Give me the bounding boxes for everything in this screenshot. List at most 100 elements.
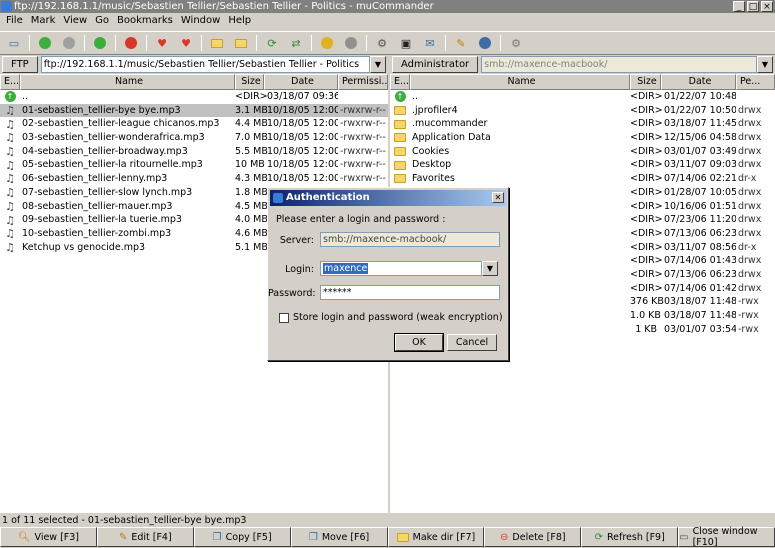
dialog-title-bar[interactable]: Authentication ✕ <box>270 190 506 206</box>
preferences-icon[interactable]: ⚙ <box>506 34 526 52</box>
file-permissions: drwx <box>738 255 762 267</box>
column-name[interactable]: Name <box>20 74 235 90</box>
file-size: <DIR> <box>630 282 663 294</box>
chevron-down-icon[interactable]: ▼ <box>370 56 386 73</box>
store-credentials-checkbox[interactable] <box>279 312 289 323</box>
close-window-fkey-button[interactable]: ▭ Close window [F10] <box>678 526 775 548</box>
refresh-icon[interactable]: ⟳ <box>262 34 282 52</box>
column-date[interactable]: Date <box>661 74 736 90</box>
toolbar-separator <box>500 35 501 51</box>
disconnect-icon[interactable] <box>341 34 361 52</box>
swap-panels-icon[interactable]: ⇄ <box>286 34 306 52</box>
file-permissions: -rwx <box>738 296 759 308</box>
cancel-button[interactable]: Cancel <box>447 334 497 351</box>
table-row[interactable]: ♫ 03-sebastien_tellier-wonderafrica.mp3 7.… <box>0 131 388 145</box>
table-row[interactable]: ♫ 04-sebastien_tellier-broadway.mp3 5.5 MB… <box>0 145 388 159</box>
column-size[interactable]: Size <box>235 74 264 90</box>
make-dir-button[interactable]: Make dir [F7] <box>387 527 485 547</box>
menu-go[interactable]: Go <box>91 13 113 29</box>
column-extension[interactable]: E... <box>0 74 20 90</box>
table-row[interactable]: ♫ 02-sebastien_tellier-league chicanos.mp… <box>0 117 388 131</box>
file-name: 06-sebastien_tellier-lenny.mp3 <box>22 173 168 185</box>
run-command-icon[interactable]: ⚙ <box>372 34 392 52</box>
menu-view[interactable]: View <box>59 13 91 29</box>
store-credentials-option[interactable]: Store login and password (weak encryptio… <box>279 312 503 323</box>
file-size: 4.4 MB <box>235 118 268 130</box>
chevron-down-icon[interactable]: ▼ <box>757 56 773 73</box>
file-permissions: drwx <box>738 227 762 239</box>
forward-icon[interactable] <box>59 34 79 52</box>
minimize-button[interactable]: _ <box>733 1 745 12</box>
table-row[interactable]: .mucommander <DIR>03/18/07 11:45 PMdrwx <box>390 117 775 131</box>
toolbar-separator <box>366 35 367 51</box>
table-row[interactable]: ♫ 01-sebastien_tellier-bye bye.mp3 3.1 MB 1… <box>0 103 388 118</box>
menu-mark[interactable]: Mark <box>27 13 60 29</box>
file-permissions: -rwx <box>738 310 759 321</box>
table-row[interactable]: Favorites <DIR>07/14/06 02:21 AMdr-x <box>390 172 775 186</box>
table-row[interactable]: .jprofiler4 <DIR>01/22/07 10:50 PMdrwx <box>390 104 775 118</box>
table-row[interactable]: Desktop <DIR>03/11/07 09:03 PMdrwx <box>390 158 775 172</box>
folder-icon <box>394 147 406 157</box>
ok-button[interactable]: OK <box>394 333 444 352</box>
edit-icon[interactable]: ✎ <box>451 34 471 52</box>
delete-button[interactable]: ⊖ Delete [F8] <box>484 527 582 547</box>
refresh-button[interactable]: ⟳ Refresh [F9] <box>581 527 679 547</box>
table-row[interactable]: ♫ 06-sebastien_tellier-lenny.mp3 4.3 MB 10/… <box>0 172 388 186</box>
file-permissions: dr-x <box>738 241 757 253</box>
stop-icon[interactable] <box>121 34 141 52</box>
file-date: 07/14/06 01:43 AM <box>664 255 736 267</box>
file-permissions: drwx <box>738 268 762 280</box>
authentication-dialog: Authentication ✕ Please enter a login an… <box>267 187 509 361</box>
left-drive-button[interactable]: FTP <box>2 56 38 73</box>
login-field[interactable]: maxence <box>320 261 482 276</box>
column-date[interactable]: Date <box>264 74 338 90</box>
column-name[interactable]: Name <box>410 74 630 90</box>
toolbar-separator <box>84 35 85 51</box>
shell-icon[interactable]: ▣ <box>396 34 416 52</box>
column-extension[interactable]: E... <box>390 74 410 90</box>
parent-folder-icon[interactable] <box>90 34 110 52</box>
right-path-field[interactable]: smb://maxence-macbook/ <box>481 56 757 73</box>
right-drive-button[interactable]: Administrator <box>392 56 479 73</box>
window-title-bar[interactable]: ftp://192.168.1.1/music/Sebastien Tellie… <box>0 0 775 13</box>
file-date: 07/14/06 02:21 AM <box>664 173 736 185</box>
add-bookmark-icon[interactable]: ♥ <box>152 34 172 52</box>
email-icon[interactable]: ✉ <box>420 34 440 52</box>
table-row[interactable]: Cookies <DIR>03/01/07 03:49 PMdrwx <box>390 145 775 159</box>
file-permissions: -rwxrw-r-- <box>340 159 386 171</box>
table-row[interactable]: ♫ 05-sebastien_tellier-la ritournelle.mp3… <box>0 158 388 172</box>
menu-window[interactable]: Window <box>177 13 224 29</box>
copy-folder-icon[interactable] <box>231 34 251 52</box>
info-icon[interactable] <box>475 34 495 52</box>
dialog-close-button[interactable]: ✕ <box>492 192 504 203</box>
edit-bookmarks-icon[interactable]: ♥ <box>176 34 196 52</box>
new-folder-icon[interactable] <box>207 34 227 52</box>
edit-button[interactable]: ✎ Edit [F4] <box>96 527 194 547</box>
file-name: 05-sebastien_tellier-la ritournelle.mp3 <box>22 159 203 171</box>
file-permissions: -rwxrw-r-- <box>340 145 386 157</box>
file-size: <DIR> <box>630 145 663 157</box>
menu-bookmarks[interactable]: Bookmarks <box>113 13 177 29</box>
left-path-field[interactable]: ftp://192.168.1.1/music/Sebastien Tellie… <box>40 56 370 73</box>
copy-button[interactable]: ❐ Copy [F5] <box>193 527 291 547</box>
menu-help[interactable]: Help <box>224 13 255 29</box>
close-window-button[interactable]: × <box>761 1 773 12</box>
file-date: 10/18/05 12:00 AM <box>267 118 338 130</box>
back-icon[interactable] <box>35 34 55 52</box>
column-size[interactable]: Size <box>630 74 661 90</box>
table-row[interactable]: Application Data <DIR>12/15/06 04:58 PMdr… <box>390 131 775 145</box>
move-button[interactable]: ❐ Move [F6] <box>290 527 388 547</box>
column-permissions[interactable]: Pe... <box>736 74 775 90</box>
table-row[interactable]: ↑.. <DIR>01/22/07 10:48 PM <box>390 90 775 104</box>
maximize-button[interactable]: □ <box>747 1 759 12</box>
chevron-down-icon[interactable]: ▼ <box>482 261 498 276</box>
menu-file[interactable]: File <box>2 13 27 29</box>
table-row[interactable]: ↑.. <DIR>03/18/07 09:36 PM <box>0 90 388 104</box>
edit-button-label: Edit [F4] <box>131 531 172 543</box>
column-permissions[interactable]: Permissi... <box>338 74 388 90</box>
folder-icon <box>394 133 406 143</box>
connect-icon[interactable] <box>317 34 337 52</box>
new-window-icon[interactable]: ▭ <box>4 34 24 52</box>
view-button[interactable]: 🔍︎ View [F3] <box>0 527 97 547</box>
password-field[interactable]: ****** <box>320 285 500 300</box>
